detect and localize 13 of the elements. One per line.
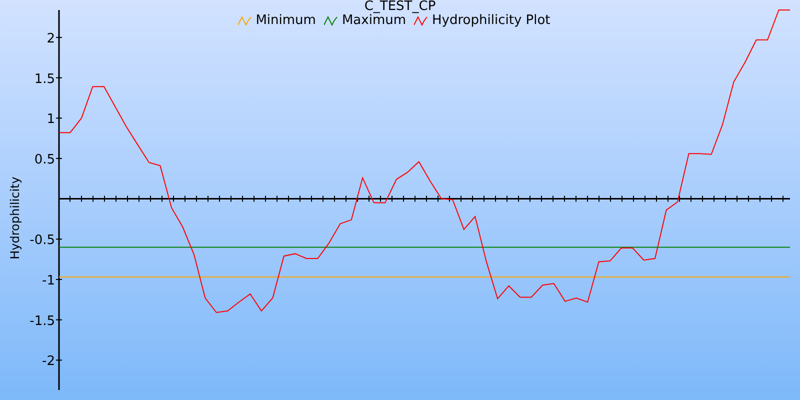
y-tick-label: -1 (42, 273, 55, 288)
y-tick-label: 1 (46, 112, 55, 128)
y-tick-label: 1.5 (34, 72, 55, 87)
y-tick-label: 2 (46, 31, 55, 46)
chart-title: C_TEST_CP (364, 0, 436, 13)
legend-label: Hydrophilicity Plot (432, 13, 550, 29)
y-tick-label: -0.5 (30, 233, 55, 248)
y-tick-label: -1.5 (30, 314, 55, 329)
y-axis-label: Hydrophilicity (8, 176, 22, 260)
y-tick-label: 0.5 (34, 152, 55, 168)
legend-label: Maximum (342, 13, 406, 29)
y-tick-label: -2 (42, 354, 55, 370)
legend-label: Minimum (256, 13, 316, 29)
